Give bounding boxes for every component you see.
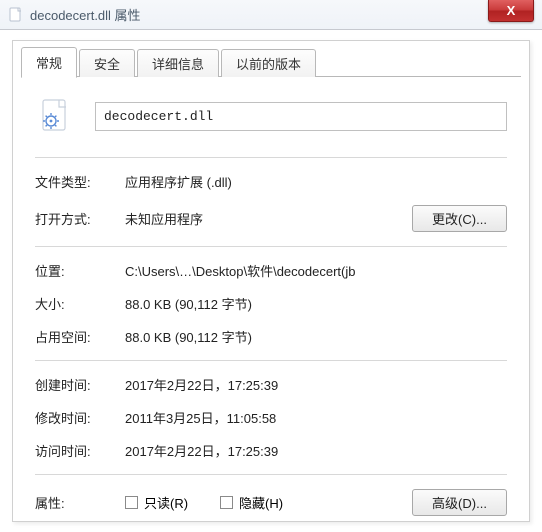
close-button[interactable]: X [488,0,534,22]
openswith-value: 未知应用程序 [125,209,203,228]
dll-file-icon [35,95,77,137]
separator [35,157,507,158]
openswith-label: 打开方式: [35,209,125,228]
window-title: decodecert.dll 属性 [30,5,141,24]
readonly-label: 只读(R) [144,493,188,512]
tab-general[interactable]: 常规 [21,47,77,78]
tab-label: 安全 [94,57,120,72]
window-icon [8,7,24,23]
titlebar: decodecert.dll 属性 X [0,0,542,30]
separator [35,360,507,361]
location-value: C:\Users\…\Desktop\软件\decodecert(jb [125,261,355,280]
size-row: 大小: 88.0 KB (90,112 字节) [35,294,507,313]
created-row: 创建时间: 2017年2月22日，17:25:39 [35,375,507,394]
size-value: 88.0 KB (90,112 字节) [125,294,252,313]
separator [35,474,507,475]
filetype-label: 文件类型: [35,172,125,191]
general-pane: 文件类型: 应用程序扩展 (.dll) 打开方式: 未知应用程序 更改(C)..… [21,77,521,532]
tab-strip: 常规 安全 详细信息 以前的版本 [21,49,521,77]
tab-label: 常规 [36,56,62,71]
tab-label: 以前的版本 [236,57,301,72]
created-value: 2017年2月22日，17:25:39 [125,375,278,394]
location-row: 位置: C:\Users\…\Desktop\软件\decodecert(jb [35,261,507,280]
created-label: 创建时间: [35,375,125,394]
openswith-row: 打开方式: 未知应用程序 更改(C)... [35,205,507,232]
location-label: 位置: [35,261,125,280]
diskspace-label: 占用空间: [35,327,125,346]
checkbox-icon [220,496,233,509]
diskspace-row: 占用空间: 88.0 KB (90,112 字节) [35,327,507,346]
hidden-label: 隐藏(H) [239,493,283,512]
advanced-button[interactable]: 高级(D)... [412,489,507,516]
filename-input[interactable] [95,102,507,131]
size-label: 大小: [35,294,125,313]
tab-label: 详细信息 [152,57,204,72]
close-icon: X [507,3,516,18]
filetype-value: 应用程序扩展 (.dll) [125,172,232,191]
filetype-row: 文件类型: 应用程序扩展 (.dll) [35,172,507,191]
separator [35,246,507,247]
change-button[interactable]: 更改(C)... [412,205,507,232]
filename-row [35,95,507,137]
modified-row: 修改时间: 2011年3月25日，11:05:58 [35,408,507,427]
properties-dialog: 常规 安全 详细信息 以前的版本 [12,40,530,522]
attributes-row: 属性: 只读(R) 隐藏(H) 高级(D)... [35,489,507,516]
tab-previous-versions[interactable]: 以前的版本 [221,49,316,77]
tab-security[interactable]: 安全 [79,49,135,77]
accessed-value: 2017年2月22日，17:25:39 [125,441,278,460]
accessed-row: 访问时间: 2017年2月22日，17:25:39 [35,441,507,460]
tab-details[interactable]: 详细信息 [137,49,219,77]
diskspace-value: 88.0 KB (90,112 字节) [125,327,252,346]
checkbox-icon [125,496,138,509]
modified-label: 修改时间: [35,408,125,427]
modified-value: 2011年3月25日，11:05:58 [125,408,276,427]
hidden-checkbox[interactable]: 隐藏(H) [220,493,283,512]
attributes-label: 属性: [35,493,125,512]
dialog-outer: 常规 安全 详细信息 以前的版本 [0,30,542,522]
accessed-label: 访问时间: [35,441,125,460]
readonly-checkbox[interactable]: 只读(R) [125,493,188,512]
